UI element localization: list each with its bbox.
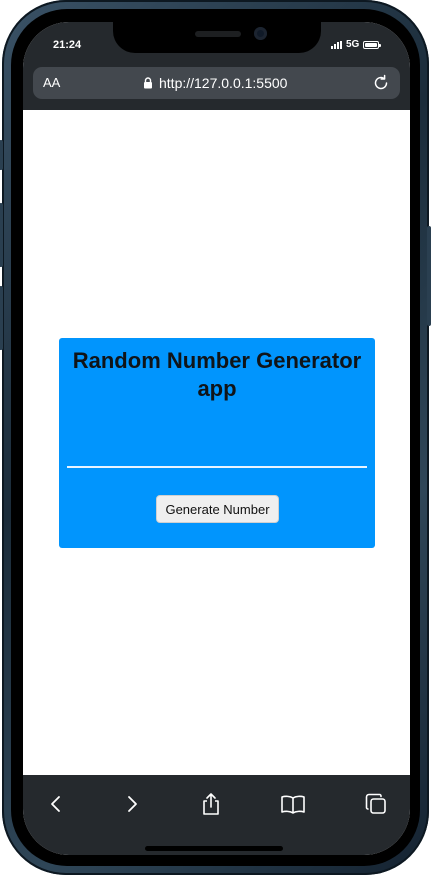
web-page: Random Number Generator app Generate Num… — [23, 110, 410, 775]
url-text: http://127.0.0.1:5500 — [159, 75, 288, 91]
browser-toolbar — [23, 775, 410, 855]
bookmarks-icon[interactable] — [280, 791, 306, 817]
network-label: 5G — [346, 39, 360, 50]
volume-down-button — [0, 286, 3, 350]
generator-card: Random Number Generator app Generate Num… — [59, 338, 375, 548]
status-time: 21:24 — [53, 39, 82, 51]
device-screen: 21:24 5G AA http://127.0.0.1:5500 Random… — [23, 22, 410, 855]
address-bar[interactable]: AA http://127.0.0.1:5500 — [33, 67, 400, 99]
lock-icon — [143, 77, 153, 89]
divider — [67, 466, 367, 468]
signal-icon — [331, 40, 342, 49]
random-number-output — [69, 433, 365, 453]
speaker — [195, 31, 241, 37]
back-icon[interactable] — [43, 791, 69, 817]
generate-number-button[interactable]: Generate Number — [156, 495, 279, 523]
url-field[interactable]: http://127.0.0.1:5500 — [143, 75, 287, 91]
silent-switch — [0, 140, 3, 170]
camera — [254, 27, 267, 40]
home-indicator[interactable] — [145, 846, 283, 851]
browser-top-bar: 21:24 5G AA http://127.0.0.1:5500 — [23, 22, 410, 110]
forward-icon[interactable] — [119, 791, 145, 817]
battery-icon — [363, 40, 382, 49]
volume-up-button — [0, 203, 3, 267]
share-icon[interactable] — [198, 791, 224, 817]
notch — [113, 22, 321, 53]
text-size-button[interactable]: AA — [43, 75, 60, 90]
app-title: Random Number Generator app — [72, 348, 362, 401]
reload-icon[interactable] — [371, 73, 391, 98]
power-button — [427, 226, 431, 326]
tabs-icon[interactable] — [363, 791, 389, 817]
status-indicators: 5G — [331, 39, 382, 50]
text-size-label: AA — [43, 75, 61, 90]
